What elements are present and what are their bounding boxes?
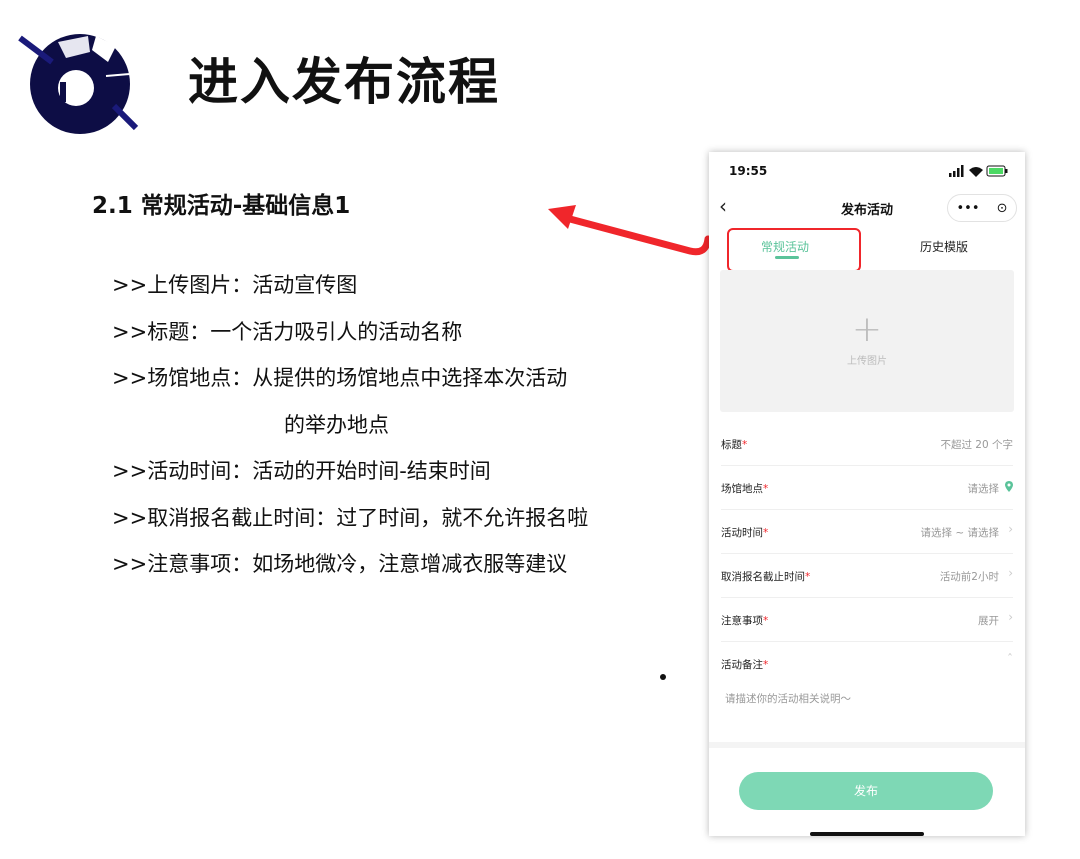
plus-icon: +	[851, 309, 883, 350]
chevron-right-icon: ›	[1008, 610, 1013, 624]
activity-form: 标题* 不超过 20 个字 场馆地点* 请选择 活动时间* 请选择 ~ 请选择 …	[709, 422, 1025, 732]
nav-bar: ‹ 发布活动 ••• ⊙	[709, 190, 1025, 224]
required-mark: *	[805, 571, 811, 583]
time-range-select[interactable]: 请选择 ~ 请选择	[921, 525, 999, 540]
venue-select[interactable]: 请选择	[968, 481, 1000, 496]
upload-label: 上传图片	[847, 356, 887, 367]
bullet-dot	[660, 674, 666, 680]
cancel-deadline-select[interactable]: 活动前2小时	[940, 569, 999, 584]
bullet-list: >>上传图片：活动宣传图 >>标题：一个活力吸引人的活动名称 >>场馆地点：从提…	[112, 262, 588, 588]
form-row-time[interactable]: 活动时间* 请选择 ~ 请选择 ›	[721, 510, 1013, 554]
bottom-bar: 发布	[709, 742, 1025, 836]
row-label: 取消报名截止时间	[721, 571, 805, 583]
highlight-box	[727, 228, 861, 272]
required-mark: *	[763, 527, 769, 539]
row-label: 注意事项	[721, 615, 763, 627]
required-mark: *	[763, 659, 769, 671]
form-row-cancel-deadline[interactable]: 取消报名截止时间* 活动前2小时 ›	[721, 554, 1013, 598]
bullet-item: >>取消报名截止时间：过了时间，就不允许报名啦	[112, 505, 589, 530]
bullet-item: >>上传图片：活动宣传图	[112, 273, 358, 297]
row-label: 标题	[721, 439, 742, 451]
bullet-item: >>活动时间：活动的开始时间-结束时间	[112, 459, 491, 483]
chevron-right-icon: ›	[1008, 522, 1013, 536]
slide-title: 进入发布流程	[188, 53, 500, 111]
required-mark: *	[763, 483, 769, 495]
phone-screenshot: 19:55 ‹ 发布活动 ••• ⊙ 常规活动 历史模版 + 上传图片 标题*	[709, 152, 1025, 836]
row-label: 场馆地点	[721, 483, 763, 495]
signal-wifi-battery-icon	[949, 165, 1008, 177]
logo-icon	[18, 34, 139, 134]
status-time: 19:55	[729, 164, 768, 178]
pointer-arrow-icon	[548, 205, 712, 256]
row-label: 活动备注	[721, 659, 763, 671]
required-mark: *	[742, 439, 748, 451]
chevron-right-icon: ›	[1008, 566, 1013, 580]
location-pin-icon[interactable]	[1005, 481, 1013, 492]
close-icon[interactable]: ⊙	[997, 201, 1008, 216]
title-input[interactable]: 不超过 20 个字	[940, 437, 1013, 452]
home-indicator	[810, 832, 924, 836]
form-row-venue[interactable]: 场馆地点* 请选择	[721, 466, 1013, 510]
upload-image-area[interactable]: + 上传图片	[720, 270, 1014, 412]
form-row-notes[interactable]: 注意事项* 展开 ›	[721, 598, 1013, 642]
form-row-remarks: 活动备注* ˆ 请描述你的活动相关说明～	[721, 642, 1013, 732]
tab-history-template[interactable]: 历史模版	[920, 238, 968, 255]
bullet-item: >>注意事项：如场地微冷，注意增减衣服等建议	[112, 552, 568, 576]
required-mark: *	[763, 615, 769, 627]
status-bar: 19:55	[709, 152, 1025, 190]
bullet-item-continuation: 的举办地点	[284, 412, 389, 437]
remarks-textarea[interactable]: 请描述你的活动相关说明～	[725, 691, 851, 706]
publish-button[interactable]: 发布	[739, 772, 993, 810]
notes-expand[interactable]: 展开	[978, 613, 999, 628]
mini-program-capsule: ••• ⊙	[947, 194, 1017, 222]
more-icon[interactable]: •••	[957, 201, 980, 216]
row-label: 活动时间	[721, 527, 763, 539]
bullet-item: >>标题：一个活力吸引人的活动名称	[112, 319, 463, 344]
form-row-title[interactable]: 标题* 不超过 20 个字	[721, 422, 1013, 466]
chevron-up-icon[interactable]: ˆ	[1007, 652, 1013, 666]
section-title: 2.1 常规活动-基础信息1	[92, 193, 351, 219]
bullet-item: >>场馆地点：从提供的场馆地点中选择本次活动	[112, 366, 568, 390]
